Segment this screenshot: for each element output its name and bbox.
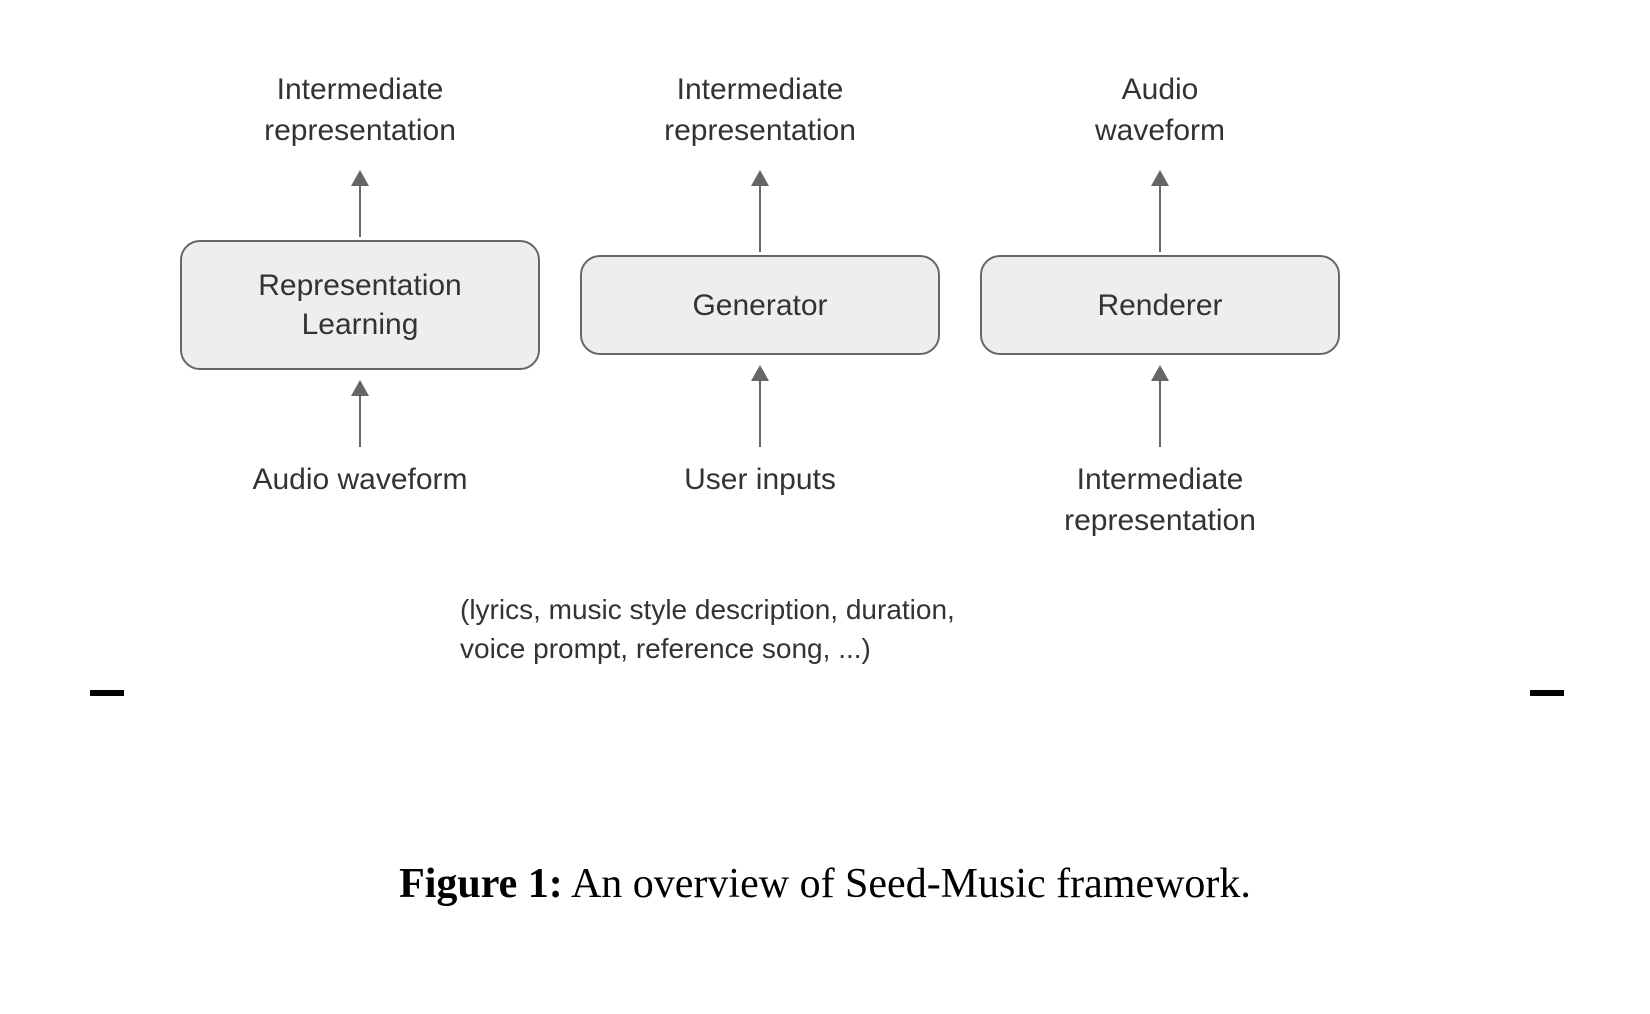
arrow-up-icon <box>759 172 761 252</box>
col1-output-label: Intermediate representation <box>180 70 540 151</box>
col3-input-line2: representation <box>1064 504 1256 537</box>
col2-output-label: Intermediate representation <box>580 70 940 151</box>
representation-learning-box: Representation Learning <box>180 240 540 370</box>
col2-input-label: User inputs <box>580 460 940 501</box>
col1-output-line1: Intermediate <box>277 73 444 106</box>
figure-label: Figure 1: <box>399 861 563 907</box>
col2-input-line1: User inputs <box>684 463 836 496</box>
note-line1: (lyrics, music style description, durati… <box>460 594 955 625</box>
col1-box-line2: Learning <box>302 308 419 341</box>
col1-output-line2: representation <box>264 114 456 147</box>
right-dash-mark <box>1530 690 1564 696</box>
col2-box-line1: Generator <box>692 286 827 325</box>
col3-input-line1: Intermediate <box>1077 463 1244 496</box>
col2-output-line1: Intermediate <box>677 73 844 106</box>
col1-input-label: Audio waveform <box>180 460 540 501</box>
col1-box-line1: Representation <box>258 269 461 302</box>
col3-box-line1: Renderer <box>1097 286 1222 325</box>
col3-input-label: Intermediate representation <box>980 460 1340 541</box>
col3-output-label: Audio waveform <box>980 70 1340 151</box>
col1-input-line1: Audio waveform <box>252 463 467 496</box>
figure-caption-text: An overview of Seed-Music framework. <box>563 861 1251 907</box>
arrow-up-icon <box>359 382 361 447</box>
note-line2: voice prompt, reference song, ...) <box>460 633 871 664</box>
left-dash-mark <box>90 690 124 696</box>
arrow-up-icon <box>1159 172 1161 252</box>
generator-box: Generator <box>580 255 940 355</box>
arrow-up-icon <box>359 172 361 237</box>
renderer-box: Renderer <box>980 255 1340 355</box>
diagram-canvas: Intermediate representation Representati… <box>0 0 1650 1014</box>
figure-caption: Figure 1: An overview of Seed-Music fram… <box>0 860 1650 908</box>
col2-output-line2: representation <box>664 114 856 147</box>
user-inputs-note: (lyrics, music style description, durati… <box>460 590 955 668</box>
col3-output-line2: waveform <box>1095 114 1225 147</box>
arrow-up-icon <box>759 367 761 447</box>
arrow-up-icon <box>1159 367 1161 447</box>
col3-output-line1: Audio <box>1122 73 1199 106</box>
